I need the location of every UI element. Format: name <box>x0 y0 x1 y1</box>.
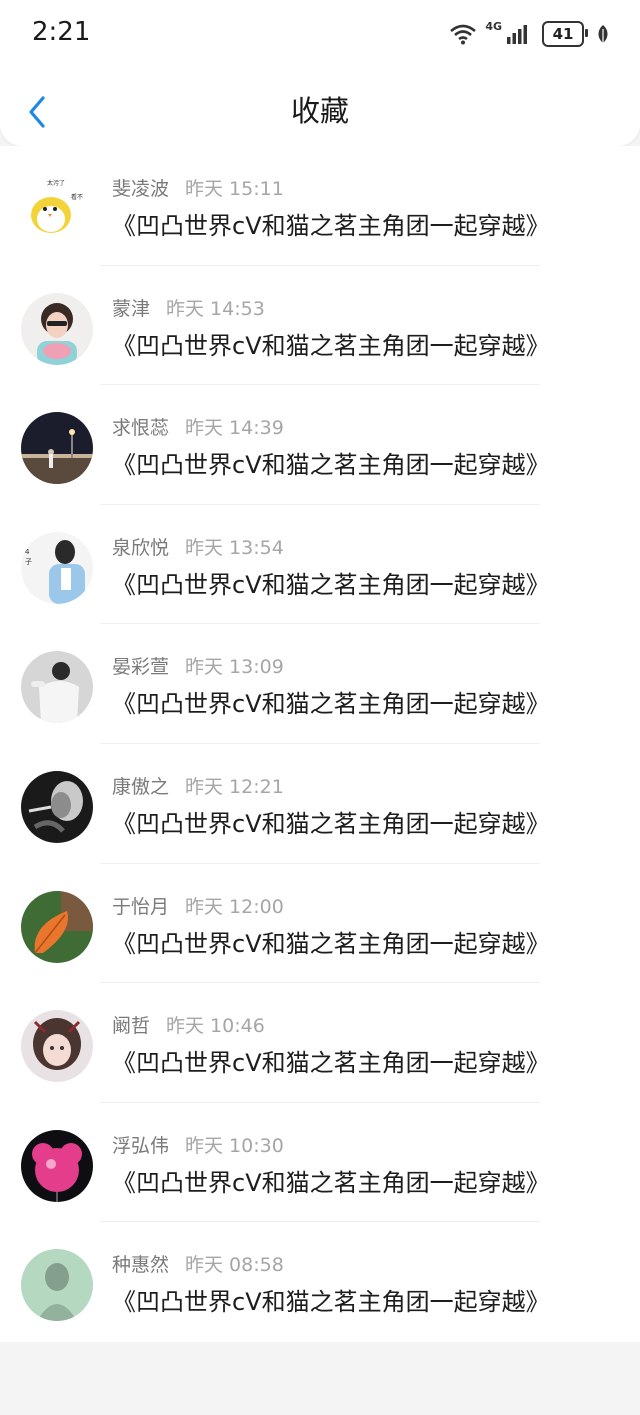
svg-text:太污了: 太污了 <box>47 179 65 187</box>
timestamp: 昨天 14:39 <box>185 417 284 440</box>
list-item[interactable]: 晏彩萱 昨天 13:09 《凹凸世界cV和猫之茗主角团一起穿越》 <box>0 624 640 744</box>
app-header: 2:21 4G 41 收藏 <box>0 0 640 146</box>
item-meta: 浮弘伟 昨天 10:30 <box>112 1131 284 1158</box>
message-text: 《凹凸世界cV和猫之茗主角团一起穿越》 <box>112 1168 550 1197</box>
status-icons: 4G 41 <box>449 20 610 48</box>
message-text: 《凹凸世界cV和猫之茗主角团一起穿越》 <box>112 331 550 360</box>
item-meta: 蒙津 昨天 14:53 <box>112 294 265 321</box>
timestamp: 昨天 15:11 <box>185 178 284 200</box>
avatar[interactable] <box>21 292 93 365</box>
svg-text:看不: 看不 <box>71 193 83 201</box>
timestamp: 昨天 12:00 <box>185 895 284 918</box>
network-type: 4G <box>485 20 502 33</box>
list-item[interactable]: 求恨蕊 昨天 14:39 《凹凸世界cV和猫之茗主角团一起穿越》 <box>0 385 640 505</box>
message-text: 《凹凸世界cV和猫之茗主角团一起穿越》 <box>112 451 550 480</box>
avatar[interactable] <box>21 770 93 843</box>
item-meta: 晏彩萱 昨天 13:09 <box>112 652 284 679</box>
author-name: 浮弘伟 <box>112 1134 170 1157</box>
message-text: 《凹凸世界cV和猫之茗主角团一起穿越》 <box>112 929 550 958</box>
list-item[interactable]: 浮弘伟 昨天 10:30 《凹凸世界cV和猫之茗主角团一起穿越》 <box>0 1103 640 1223</box>
message-text: 《凹凸世界cV和猫之茗主角团一起穿越》 <box>112 690 550 719</box>
author-name: 康傲之 <box>112 775 170 798</box>
avatar[interactable]: 4 子 <box>21 531 93 604</box>
item-meta: 求恨蕊 昨天 14:39 <box>112 413 284 440</box>
avatar[interactable] <box>21 1249 93 1322</box>
list-item[interactable]: 阚哲 昨天 10:46 《凹凸世界cV和猫之茗主角团一起穿越》 <box>0 983 640 1103</box>
status-time: 2:21 <box>32 17 91 47</box>
svg-text:4: 4 <box>25 548 30 556</box>
avatar[interactable] <box>21 1010 93 1083</box>
svg-text:子: 子 <box>25 558 32 566</box>
timestamp: 昨天 12:21 <box>185 775 284 798</box>
avatar[interactable] <box>21 890 93 963</box>
message-text: 《凹凸世界cV和猫之茗主角团一起穿越》 <box>112 212 550 240</box>
message-text: 《凹凸世界cV和猫之茗主角团一起穿越》 <box>112 1049 550 1078</box>
item-meta: 斐凌波 昨天 15:11 <box>112 174 284 201</box>
list-item[interactable]: 种惠然 昨天 08:58 《凹凸世界cV和猫之茗主角团一起穿越》 <box>0 1222 640 1342</box>
timestamp: 昨天 13:09 <box>185 656 284 679</box>
author-name: 晏彩萱 <box>112 656 170 679</box>
item-meta: 泉欣悦 昨天 13:54 <box>112 533 284 560</box>
author-name: 于怡月 <box>112 895 170 918</box>
favorites-list: 太污了 看不 斐凌波 昨天 15:11 《凹凸世界cV和猫之茗主角团一起穿越》 蒙… <box>0 146 640 1342</box>
leaf-icon <box>598 25 608 43</box>
item-meta: 种惠然 昨天 08:58 <box>112 1250 284 1277</box>
list-item[interactable]: 太污了 看不 斐凌波 昨天 15:11 《凹凸世界cV和猫之茗主角团一起穿越》 <box>0 146 640 266</box>
timestamp: 昨天 14:53 <box>166 297 265 320</box>
list-item[interactable]: 康傲之 昨天 12:21 《凹凸世界cV和猫之茗主角团一起穿越》 <box>0 744 640 864</box>
item-meta: 阚哲 昨天 10:46 <box>112 1011 265 1038</box>
wifi-icon <box>450 24 477 45</box>
page-title: 收藏 <box>290 94 349 128</box>
message-text: 《凹凸世界cV和猫之茗主角团一起穿越》 <box>112 1288 550 1317</box>
status-bar: 2:21 4G 41 <box>0 0 640 70</box>
message-text: 《凹凸世界cV和猫之茗主角团一起穿越》 <box>112 809 550 838</box>
author-name: 斐凌波 <box>112 178 170 200</box>
message-text: 《凹凸世界cV和猫之茗主角团一起穿越》 <box>112 570 550 599</box>
timestamp: 昨天 08:58 <box>185 1254 284 1277</box>
item-meta: 康傲之 昨天 12:21 <box>112 772 284 799</box>
battery-icon: 41 <box>542 21 588 47</box>
author-name: 蒙津 <box>112 297 151 320</box>
avatar[interactable] <box>21 412 93 485</box>
item-meta: 于怡月 昨天 12:00 <box>112 892 284 919</box>
list-item[interactable]: 于怡月 昨天 12:00 《凹凸世界cV和猫之茗主角团一起穿越》 <box>0 864 640 984</box>
timestamp: 昨天 10:30 <box>185 1134 284 1157</box>
list-item[interactable]: 4 子 泉欣悦 昨天 13:54 《凹凸世界cV和猫之茗主角团一起穿越》 <box>0 505 640 625</box>
list-item[interactable]: 蒙津 昨天 14:53 《凹凸世界cV和猫之茗主角团一起穿越》 <box>0 266 640 386</box>
author-name: 求恨蕊 <box>112 417 170 440</box>
avatar[interactable]: 太污了 看不 <box>21 173 93 245</box>
author-name: 阚哲 <box>112 1015 151 1038</box>
author-name: 泉欣悦 <box>112 536 170 559</box>
avatar[interactable] <box>21 651 93 724</box>
timestamp: 昨天 13:54 <box>185 536 284 559</box>
timestamp: 昨天 10:46 <box>166 1015 265 1038</box>
signal-icon <box>507 25 527 44</box>
battery-level: 41 <box>552 25 574 43</box>
avatar[interactable] <box>21 1129 93 1202</box>
author-name: 种惠然 <box>112 1254 170 1277</box>
